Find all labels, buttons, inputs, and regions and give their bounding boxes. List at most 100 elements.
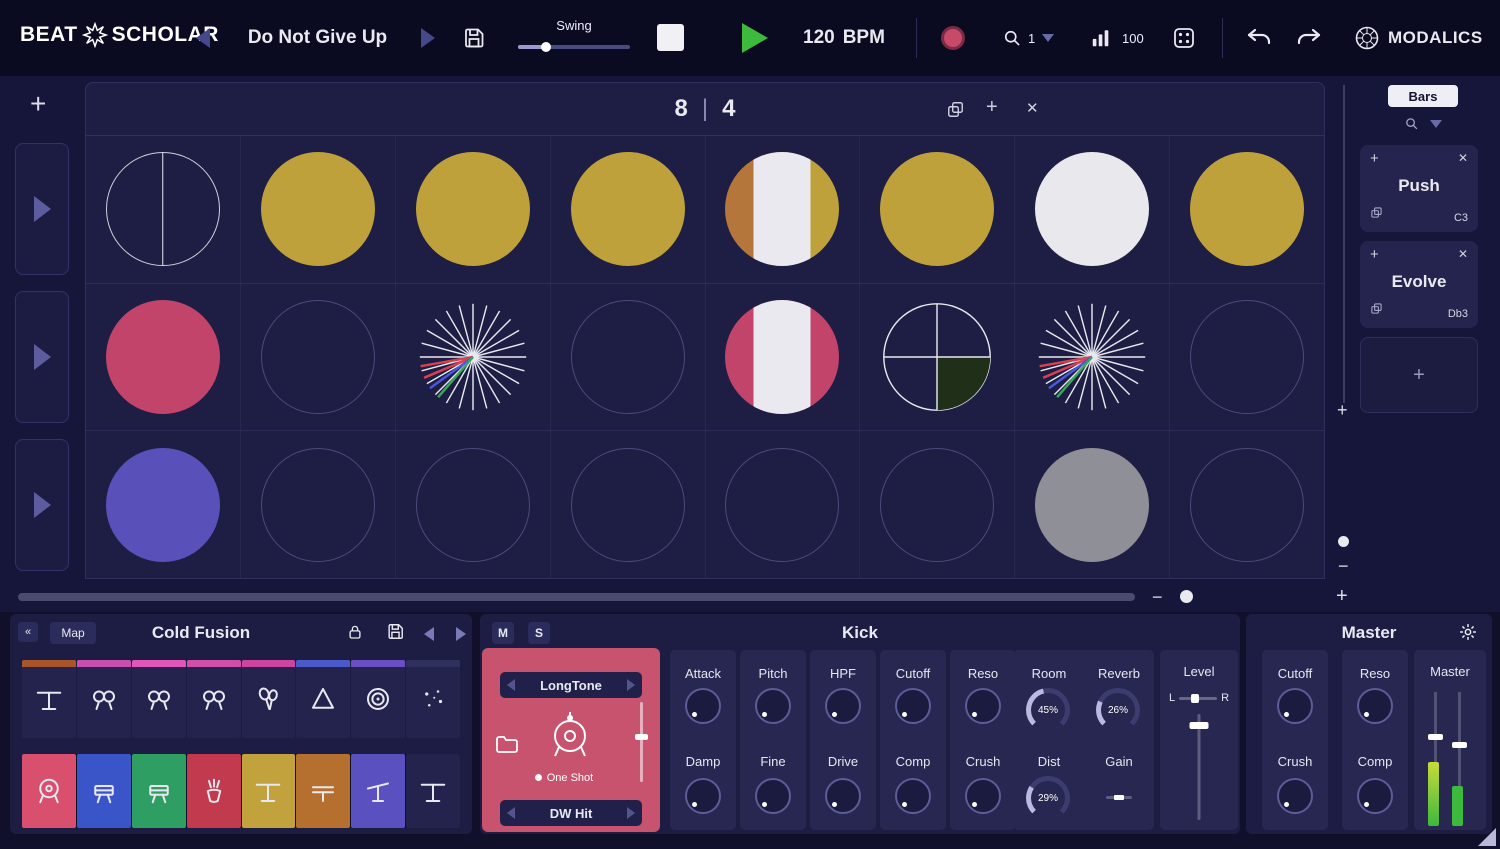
- song-title[interactable]: Do Not Give Up: [230, 27, 405, 49]
- beat-circle-empty[interactable]: [1190, 448, 1304, 562]
- beat-cell[interactable]: [86, 136, 241, 283]
- beat-circle-empty[interactable]: [725, 448, 839, 562]
- beat-cell[interactable]: [860, 284, 1015, 431]
- vertical-zoom-track[interactable]: [1343, 85, 1345, 403]
- beat-cell[interactable]: [396, 284, 551, 431]
- beat-cell[interactable]: [706, 431, 861, 578]
- beat-circle-empty-split[interactable]: [106, 152, 220, 266]
- track-card-push[interactable]: + ✕ Push C3: [1360, 145, 1478, 232]
- drum-pad[interactable]: [132, 754, 186, 828]
- sidebar-dropdown-icon[interactable]: [1430, 120, 1442, 128]
- master-fader-handle-right[interactable]: [1452, 742, 1467, 748]
- track-card-evolve[interactable]: + ✕ Evolve Db3: [1360, 241, 1478, 328]
- drum-pad[interactable]: [296, 660, 350, 738]
- swing-handle[interactable]: [541, 42, 551, 52]
- beat-cell[interactable]: [86, 431, 241, 578]
- beat-cell[interactable]: [551, 431, 706, 578]
- drum-pad[interactable]: [242, 754, 296, 828]
- hzoom-handle[interactable]: [1180, 590, 1193, 603]
- duplicate-pattern-icon[interactable]: [946, 100, 965, 124]
- row-play-button-2[interactable]: [15, 291, 69, 423]
- save-icon[interactable]: [462, 26, 486, 50]
- beat-cell[interactable]: [551, 136, 706, 283]
- row-play-button-1[interactable]: [15, 143, 69, 275]
- play-button[interactable]: [742, 23, 768, 53]
- drum-pad[interactable]: [22, 754, 76, 828]
- add-track-card[interactable]: +: [1360, 337, 1478, 413]
- beat-circle-filled[interactable]: [880, 152, 994, 266]
- beat-cell[interactable]: [1015, 284, 1170, 431]
- sample-volume-handle[interactable]: [635, 734, 648, 740]
- next-kit-icon[interactable]: [456, 627, 466, 641]
- card-add-icon[interactable]: +: [1370, 150, 1379, 167]
- reso-knob[interactable]: [965, 688, 1001, 724]
- timesig-numerator[interactable]: 8: [675, 95, 688, 123]
- beat-circle-split[interactable]: [725, 300, 839, 414]
- card-add-icon[interactable]: +: [1370, 246, 1379, 263]
- sample-volume-slider[interactable]: [640, 702, 643, 782]
- drum-pad[interactable]: [77, 754, 131, 828]
- next-pattern-icon[interactable]: [421, 28, 435, 48]
- pan-slider[interactable]: [1179, 697, 1217, 700]
- beat-cell[interactable]: [86, 284, 241, 431]
- kit-name[interactable]: Cold Fusion: [70, 623, 332, 643]
- beat-circle-filled[interactable]: [416, 152, 530, 266]
- vertical-zoom-out-icon[interactable]: −: [1338, 556, 1349, 577]
- beat-cell[interactable]: [706, 136, 861, 283]
- next-sample-icon[interactable]: [627, 679, 635, 691]
- damp-knob[interactable]: [685, 778, 721, 814]
- beat-circle-filled[interactable]: [1035, 448, 1149, 562]
- comp-knob[interactable]: [895, 778, 931, 814]
- cutoff-knob[interactable]: [1277, 688, 1313, 724]
- bars-mode-button[interactable]: Bars: [1388, 85, 1458, 107]
- beat-cell[interactable]: [860, 136, 1015, 283]
- horizontal-scrollbar[interactable]: [18, 593, 1135, 601]
- card-close-icon[interactable]: ✕: [1458, 247, 1468, 261]
- card-duplicate-icon[interactable]: [1370, 302, 1383, 320]
- master-fader-handle-left[interactable]: [1428, 734, 1443, 740]
- pan-handle[interactable]: [1191, 694, 1199, 703]
- timesig-denominator[interactable]: 4: [722, 95, 735, 123]
- reso-knob[interactable]: [1357, 688, 1393, 724]
- crush-knob[interactable]: [1277, 778, 1313, 814]
- beat-cell[interactable]: [860, 431, 1015, 578]
- beat-cell[interactable]: [1015, 431, 1170, 578]
- drum-pad[interactable]: [406, 660, 460, 738]
- drum-pad[interactable]: [187, 660, 241, 738]
- drum-pad[interactable]: [296, 754, 350, 828]
- beat-circle-filled[interactable]: [571, 152, 685, 266]
- drum-pad[interactable]: [187, 754, 241, 828]
- beat-cell[interactable]: [241, 431, 396, 578]
- folder-icon[interactable]: [494, 732, 518, 761]
- beat-circle-split[interactable]: [725, 152, 839, 266]
- beat-circle-empty[interactable]: [261, 448, 375, 562]
- sample-selector-bottom[interactable]: DW Hit: [500, 800, 642, 826]
- drum-pad[interactable]: [242, 660, 296, 738]
- card-duplicate-icon[interactable]: [1370, 206, 1383, 224]
- room-knob[interactable]: 45%: [1026, 688, 1070, 732]
- drum-pad[interactable]: [351, 660, 405, 738]
- fine-knob[interactable]: [755, 778, 791, 814]
- lock-icon[interactable]: [346, 623, 364, 646]
- time-signature[interactable]: 8 | 4: [86, 83, 1324, 135]
- drum-pad[interactable]: [77, 660, 131, 738]
- dice-icon[interactable]: [1172, 26, 1196, 50]
- beat-cell[interactable]: [706, 284, 861, 431]
- beat-cell[interactable]: [1170, 284, 1324, 431]
- reverb-knob[interactable]: 26%: [1096, 688, 1140, 732]
- beat-circle-subdivided[interactable]: [416, 300, 530, 414]
- add-pattern-icon[interactable]: +: [986, 96, 998, 119]
- sample-selector-top[interactable]: LongTone: [500, 672, 642, 698]
- beat-circle-filled[interactable]: [1035, 152, 1149, 266]
- collapse-icon[interactable]: «: [18, 622, 38, 642]
- zoom-icon[interactable]: [1002, 28, 1022, 48]
- row-play-button-3[interactable]: [15, 439, 69, 571]
- window-resize-handle[interactable]: [1478, 828, 1496, 846]
- beat-circle-empty[interactable]: [261, 300, 375, 414]
- beat-cell[interactable]: [1015, 136, 1170, 283]
- beat-circle-filled[interactable]: [261, 152, 375, 266]
- card-close-icon[interactable]: ✕: [1458, 151, 1468, 165]
- stop-button[interactable]: [657, 24, 684, 51]
- swing-slider[interactable]: [518, 45, 630, 49]
- drum-pad[interactable]: [351, 754, 405, 828]
